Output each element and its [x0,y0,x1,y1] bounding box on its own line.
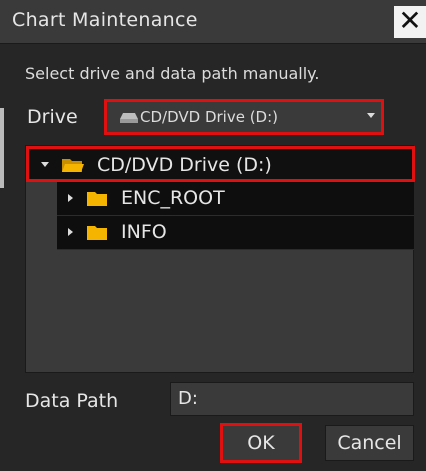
tree-item-label: ENC_ROOT [121,187,225,209]
drive-label: Drive [27,106,78,128]
folder-open-icon [62,159,84,172]
folder-tree: CD/DVD Drive (D:) ENC_ROOT INFO [25,145,415,373]
title-bar: Chart Maintenance ✕ [0,0,426,44]
expand-arrow-icon[interactable] [41,162,49,167]
instructions-text: Select drive and data path manually. [25,64,320,83]
tree-item-enc-root[interactable]: ENC_ROOT [57,182,414,216]
drive-icon [120,113,138,123]
background-window-edge [0,108,4,188]
drive-dropdown[interactable]: CD/DVD Drive (D:) [104,99,384,135]
ok-button[interactable]: OK [220,423,302,463]
chevron-down-icon [367,113,375,118]
collapse-arrow-icon[interactable] [68,194,73,202]
tree-item-label: CD/DVD Drive (D:) [97,154,272,176]
collapse-arrow-icon[interactable] [68,228,73,236]
folder-icon [87,226,107,240]
cancel-button[interactable]: Cancel [325,425,414,461]
data-path-field[interactable]: D: [170,382,414,416]
folder-icon [87,192,107,206]
tree-item-label: INFO [121,221,167,243]
chart-maintenance-dialog: Chart Maintenance ✕ Select drive and dat… [0,0,426,471]
drive-selected-value: CD/DVD Drive (D:) [140,108,279,126]
close-icon: ✕ [398,4,422,37]
tree-item-info[interactable]: INFO [57,216,414,250]
tree-item-root-drive[interactable]: CD/DVD Drive (D:) [26,146,415,182]
close-button[interactable]: ✕ [394,6,426,38]
data-path-label: Data Path [25,390,119,412]
dialog-title: Chart Maintenance [12,9,198,31]
